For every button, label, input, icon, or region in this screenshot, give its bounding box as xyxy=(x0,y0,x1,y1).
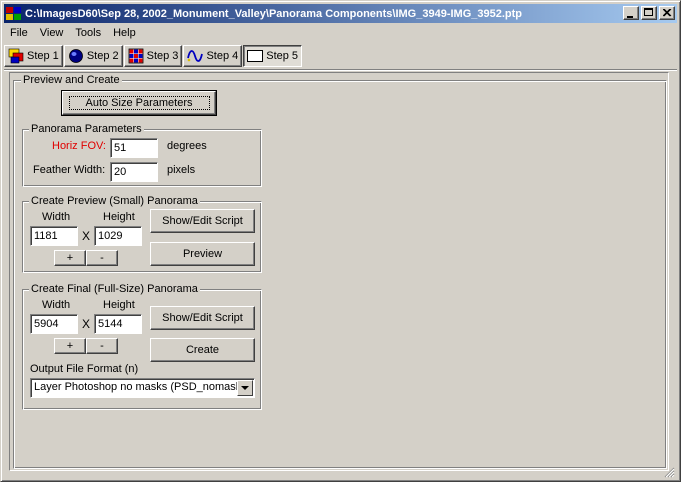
final-plus-button[interactable]: + xyxy=(54,338,86,354)
preview-create-title: Preview and Create xyxy=(21,74,122,87)
chevron-down-icon xyxy=(241,385,249,390)
preview-height-label: Height xyxy=(103,211,135,223)
close-icon xyxy=(663,9,672,17)
preview-times-sign: X xyxy=(82,229,91,243)
minimize-icon xyxy=(627,16,633,18)
images-icon xyxy=(8,48,24,64)
final-show-script-button[interactable]: Show/Edit Script xyxy=(150,306,255,330)
step-3-label: Step 3 xyxy=(146,50,179,62)
menu-view[interactable]: View xyxy=(34,24,70,42)
feather-label: Feather Width: xyxy=(33,164,106,176)
wave-icon xyxy=(187,50,204,62)
panorama-params-title: Panorama Parameters xyxy=(29,123,144,136)
feather-unit: pixels xyxy=(167,164,196,176)
maximize-icon xyxy=(644,8,653,16)
step-2-label: Step 2 xyxy=(86,50,119,62)
preview-width-label: Width xyxy=(42,211,71,223)
final-height-input[interactable]: 5144 xyxy=(94,314,142,334)
step-1-label: Step 1 xyxy=(27,50,59,62)
hfov-unit: degrees xyxy=(167,140,207,152)
menu-tools[interactable]: Tools xyxy=(69,24,107,42)
status-bar xyxy=(4,467,677,480)
preview-plus-button[interactable]: + xyxy=(54,250,86,266)
output-format-value: Layer Photoshop no masks (PSD_nomask) xyxy=(34,381,245,393)
step-toolbar: Step 1 Step 2 Step 3 Step 4 Step 5 xyxy=(4,44,303,68)
preview-show-script-button[interactable]: Show/Edit Script xyxy=(150,209,255,233)
window-title: C:\ImagesD60\Sep 28, 2002_Monument_Valle… xyxy=(25,7,523,20)
preview-button[interactable]: Preview xyxy=(150,242,255,266)
resize-grip-icon[interactable] xyxy=(664,467,675,478)
output-format-select[interactable]: Layer Photoshop no masks (PSD_nomask) xyxy=(30,378,255,398)
main-panel: Preview and Create Auto Size Parameters … xyxy=(9,72,669,471)
app-icon xyxy=(6,6,22,21)
dropdown-arrow[interactable] xyxy=(237,380,253,396)
final-width-label: Width xyxy=(42,299,71,311)
grid-icon xyxy=(128,48,144,64)
auto-size-button[interactable]: Auto Size Parameters xyxy=(61,90,217,116)
lens-icon xyxy=(68,49,83,63)
final-width-input[interactable]: 5904 xyxy=(30,314,78,334)
hfov-input[interactable]: 51 xyxy=(110,138,158,158)
step-5-button[interactable]: Step 5 xyxy=(243,45,303,67)
preview-group-title: Create Preview (Small) Panorama xyxy=(29,195,200,208)
output-format-label: Output File Format (n) xyxy=(30,363,139,375)
step-4-label: Step 4 xyxy=(206,50,239,62)
step-5-label: Step 5 xyxy=(266,50,299,62)
final-height-label: Height xyxy=(103,299,135,311)
final-group-title: Create Final (Full-Size) Panorama xyxy=(29,283,200,296)
toolbar-divider xyxy=(4,69,677,71)
menu-bar: File View Tools Help xyxy=(4,24,677,42)
final-times-sign: X xyxy=(82,317,91,331)
auto-size-label: Auto Size Parameters xyxy=(68,96,210,110)
preview-minus-button[interactable]: - xyxy=(86,250,118,266)
step-3-button[interactable]: Step 3 xyxy=(123,45,183,67)
panorama-icon xyxy=(247,50,264,62)
preview-width-input[interactable]: 1181 xyxy=(30,226,78,246)
close-button[interactable] xyxy=(659,6,675,20)
preview-height-input[interactable]: 1029 xyxy=(94,226,142,246)
hfov-label: Horiz FOV: xyxy=(52,140,106,152)
maximize-button[interactable] xyxy=(641,6,657,20)
step-1-button[interactable]: Step 1 xyxy=(4,45,63,67)
minimize-button[interactable] xyxy=(623,6,639,20)
final-minus-button[interactable]: - xyxy=(86,338,118,354)
step-4-button[interactable]: Step 4 xyxy=(183,45,243,67)
title-bar[interactable]: C:\ImagesD60\Sep 28, 2002_Monument_Valle… xyxy=(4,4,677,23)
app-window: C:\ImagesD60\Sep 28, 2002_Monument_Valle… xyxy=(0,0,681,482)
menu-file[interactable]: File xyxy=(4,24,34,42)
create-button[interactable]: Create xyxy=(150,338,255,362)
step-2-button[interactable]: Step 2 xyxy=(63,45,123,67)
feather-input[interactable]: 20 xyxy=(110,162,158,182)
menu-help[interactable]: Help xyxy=(107,24,142,42)
